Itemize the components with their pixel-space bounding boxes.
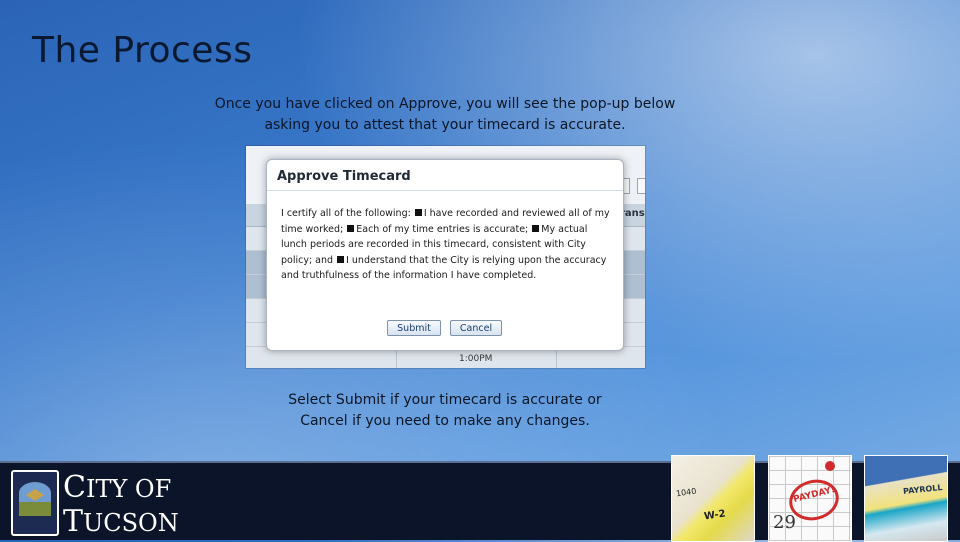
outro-line-1: Select Submit if your timecard is accura… [288, 392, 602, 408]
outro-line-2: Cancel if you need to make any changes. [300, 413, 590, 429]
push-pin-icon [825, 461, 835, 471]
dialog-title: Approve Timecard [277, 169, 411, 184]
calendar-day-number: 29 [773, 512, 796, 533]
intro-line-2: asking you to attest that your timecard … [264, 117, 626, 133]
outro-caption: Select Submit if your timecard is accura… [0, 390, 890, 432]
bullet-square-icon [532, 224, 540, 232]
slide-title: The Process [32, 30, 253, 71]
tax-forms-photo: 1040 W-2 [671, 455, 755, 542]
wordmark-initial-t: T [63, 504, 84, 539]
background-toolbar-button [637, 178, 645, 194]
wordmark-rest-1: ITY OF [85, 475, 172, 503]
wordmark-initial-c: C [63, 470, 86, 505]
cancel-button[interactable]: Cancel [450, 320, 502, 336]
wordmark-line-1: CITY OF [63, 472, 179, 505]
intro-caption: Once you have clicked on Approve, you wi… [0, 94, 890, 136]
city-seal-logo [11, 470, 59, 536]
city-of-tucson-wordmark: CITY OF TUCSON [63, 472, 179, 540]
timecard-screenshot: ransf 1:00PM Approve Timecard I certify … [246, 146, 645, 368]
wordmark-rest-2: UCSON [83, 509, 179, 537]
certification-text: I certify all of the following: I have r… [281, 206, 615, 284]
certification-item-2: Each of my time entries is accurate; [356, 223, 529, 235]
payroll-folder-photo: PAYROLL [864, 455, 948, 542]
seal-ground [19, 502, 51, 516]
bullet-square-icon [337, 255, 345, 263]
submit-button[interactable]: Submit [387, 320, 441, 336]
certification-intro: I certify all of the following: [281, 208, 411, 219]
bullet-square-icon [414, 209, 422, 216]
intro-line-1: Once you have clicked on Approve, you wi… [214, 96, 676, 112]
payroll-tab-label: PAYROLL [902, 482, 943, 497]
payday-calendar-photo: PAYDAY! 29 [768, 455, 852, 542]
form-w2-label: W-2 [703, 508, 727, 523]
wordmark-line-2: TUCSON [63, 505, 179, 540]
form-1040-label: 1040 [675, 486, 697, 499]
approve-timecard-dialog: Approve Timecard I certify all of the fo… [266, 159, 624, 351]
background-time-cell: 1:00PM [459, 354, 493, 364]
dialog-divider [267, 190, 623, 191]
bullet-square-icon [347, 224, 355, 232]
